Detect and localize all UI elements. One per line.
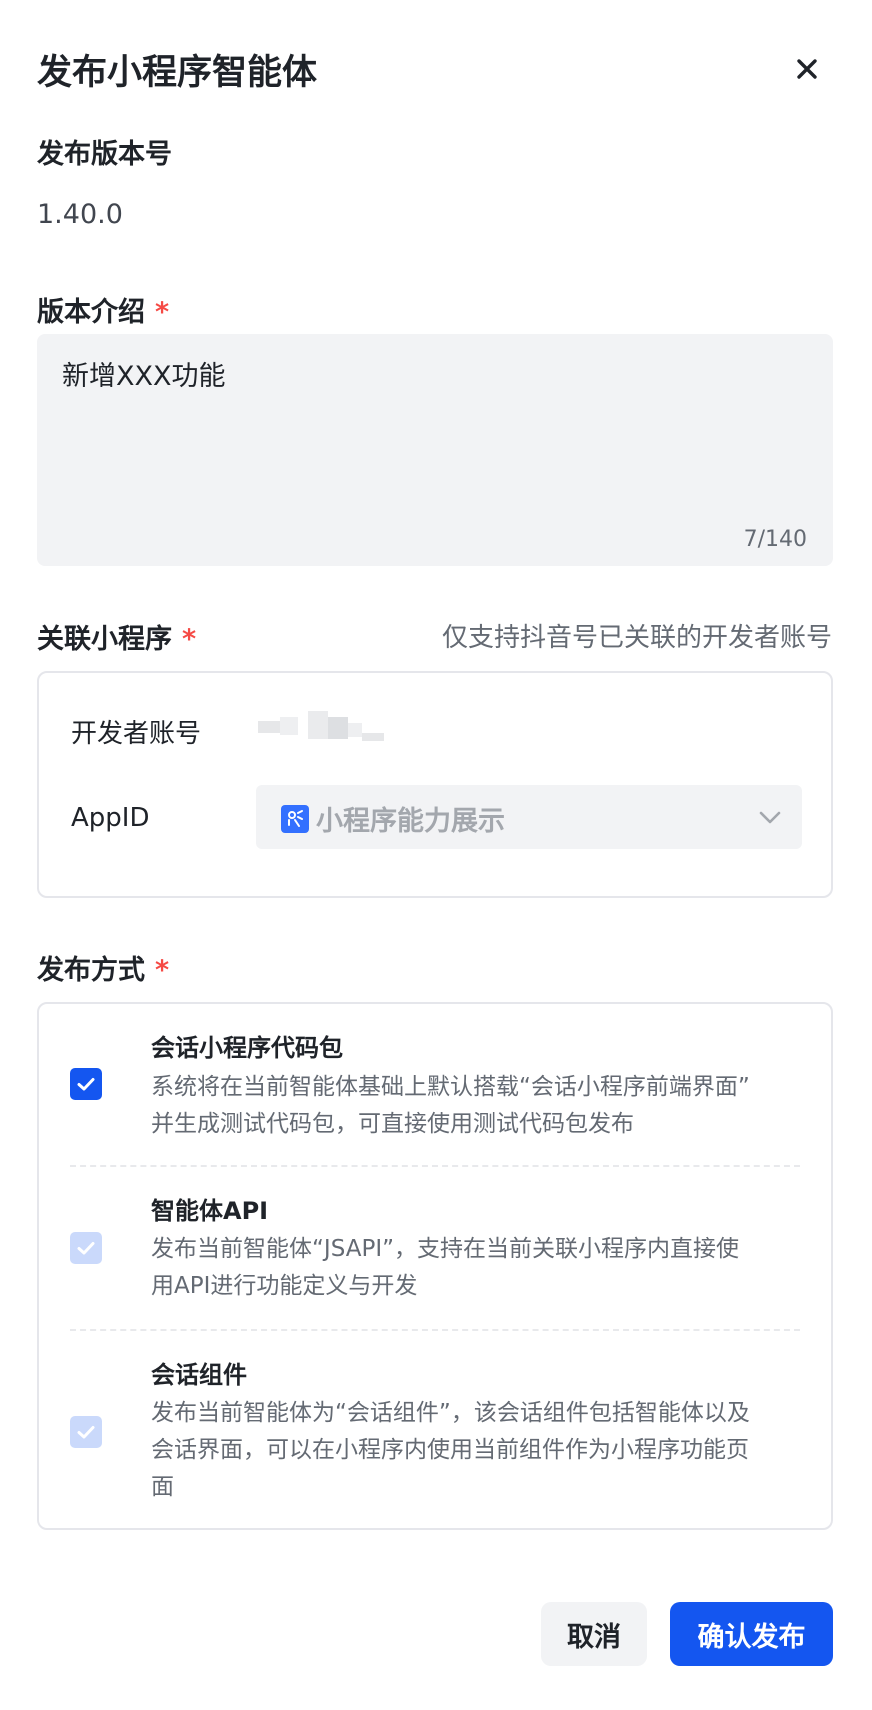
developer-account-value-redacted (258, 709, 384, 747)
option-desc-line: 用API进行功能定义与开发 (151, 1273, 418, 1299)
option-title: 会话组件 (151, 1361, 247, 1389)
required-mark: * (182, 624, 197, 655)
miniprogram-label-text: 关联小程序 (37, 624, 172, 655)
option-desc-line: 面 (151, 1474, 174, 1500)
option-desc-line: 会话界面，可以在小程序内使用当前组件作为小程序功能页 (151, 1437, 749, 1463)
miniprogram-hint: 仅支持抖音号已关联的开发者账号 (441, 623, 832, 653)
check-icon (77, 1078, 95, 1091)
option-description: 系统将在当前智能体基础上默认搭载“会话小程序前端界面” 并生成测试代码包，可直接… (151, 1069, 831, 1143)
appid-select[interactable]: 小程序能力展示 (256, 785, 802, 849)
option-desc-line: 并生成测试代码包，可直接使用测试代码包发布 (151, 1111, 634, 1137)
cancel-button[interactable]: 取消 (541, 1602, 647, 1666)
publish-options-card: 会话小程序代码包 系统将在当前智能体基础上默认搭载“会话小程序前端界面” 并生成… (37, 1002, 833, 1530)
check-icon (77, 1426, 95, 1439)
checkbox-disabled-checked (70, 1416, 102, 1448)
option-desc-line: 系统将在当前智能体基础上默认搭载“会话小程序前端界面” (151, 1074, 750, 1100)
publish-method-label: 发布方式 * (37, 948, 169, 987)
option-desc-line: 发布当前智能体“JSAPI”，支持在当前关联小程序内直接使 (151, 1236, 740, 1262)
developer-account-label: 开发者账号 (71, 719, 202, 749)
version-label: 发布版本号 (37, 139, 172, 170)
checkbox-disabled-checked (70, 1232, 102, 1264)
miniprogram-label: 关联小程序 * (37, 617, 196, 656)
miniprogram-icon (281, 805, 309, 833)
check-icon (77, 1242, 95, 1255)
chevron-down-icon[interactable] (756, 803, 784, 831)
intro-text[interactable]: 新增XXX功能 (62, 354, 226, 393)
dialog-title: 发布小程序智能体 (37, 53, 318, 93)
intro-textarea[interactable]: 新增XXX功能 7/140 (37, 334, 833, 566)
divider (70, 1329, 800, 1331)
close-icon[interactable] (790, 52, 824, 86)
option-title: 智能体API (151, 1197, 269, 1225)
required-mark: * (155, 955, 170, 986)
intro-label-text: 版本介绍 (37, 297, 145, 328)
option-title: 会话小程序代码包 (151, 1034, 343, 1062)
miniprogram-card: 开发者账号 AppID 小程序能力展示 (37, 671, 833, 898)
version-value: 1.40.0 (37, 199, 123, 230)
option-desc-line: 发布当前智能体为“会话组件”，该会话组件包括智能体以及 (151, 1400, 750, 1426)
option-description: 发布当前智能体“JSAPI”，支持在当前关联小程序内直接使 用API进行功能定义… (151, 1231, 831, 1305)
option-description: 发布当前智能体为“会话组件”，该会话组件包括智能体以及 会话界面，可以在小程序内… (151, 1395, 831, 1506)
divider (70, 1165, 800, 1167)
confirm-publish-button[interactable]: 确认发布 (670, 1602, 833, 1666)
required-mark: * (155, 297, 170, 328)
appid-selected-value: 小程序能力展示 (316, 806, 505, 837)
publish-method-label-text: 发布方式 (37, 955, 145, 986)
intro-label: 版本介绍 * (37, 290, 169, 329)
char-counter: 7/140 (743, 527, 807, 552)
checkbox-checked[interactable] (70, 1068, 102, 1100)
appid-label: AppID (71, 803, 150, 833)
